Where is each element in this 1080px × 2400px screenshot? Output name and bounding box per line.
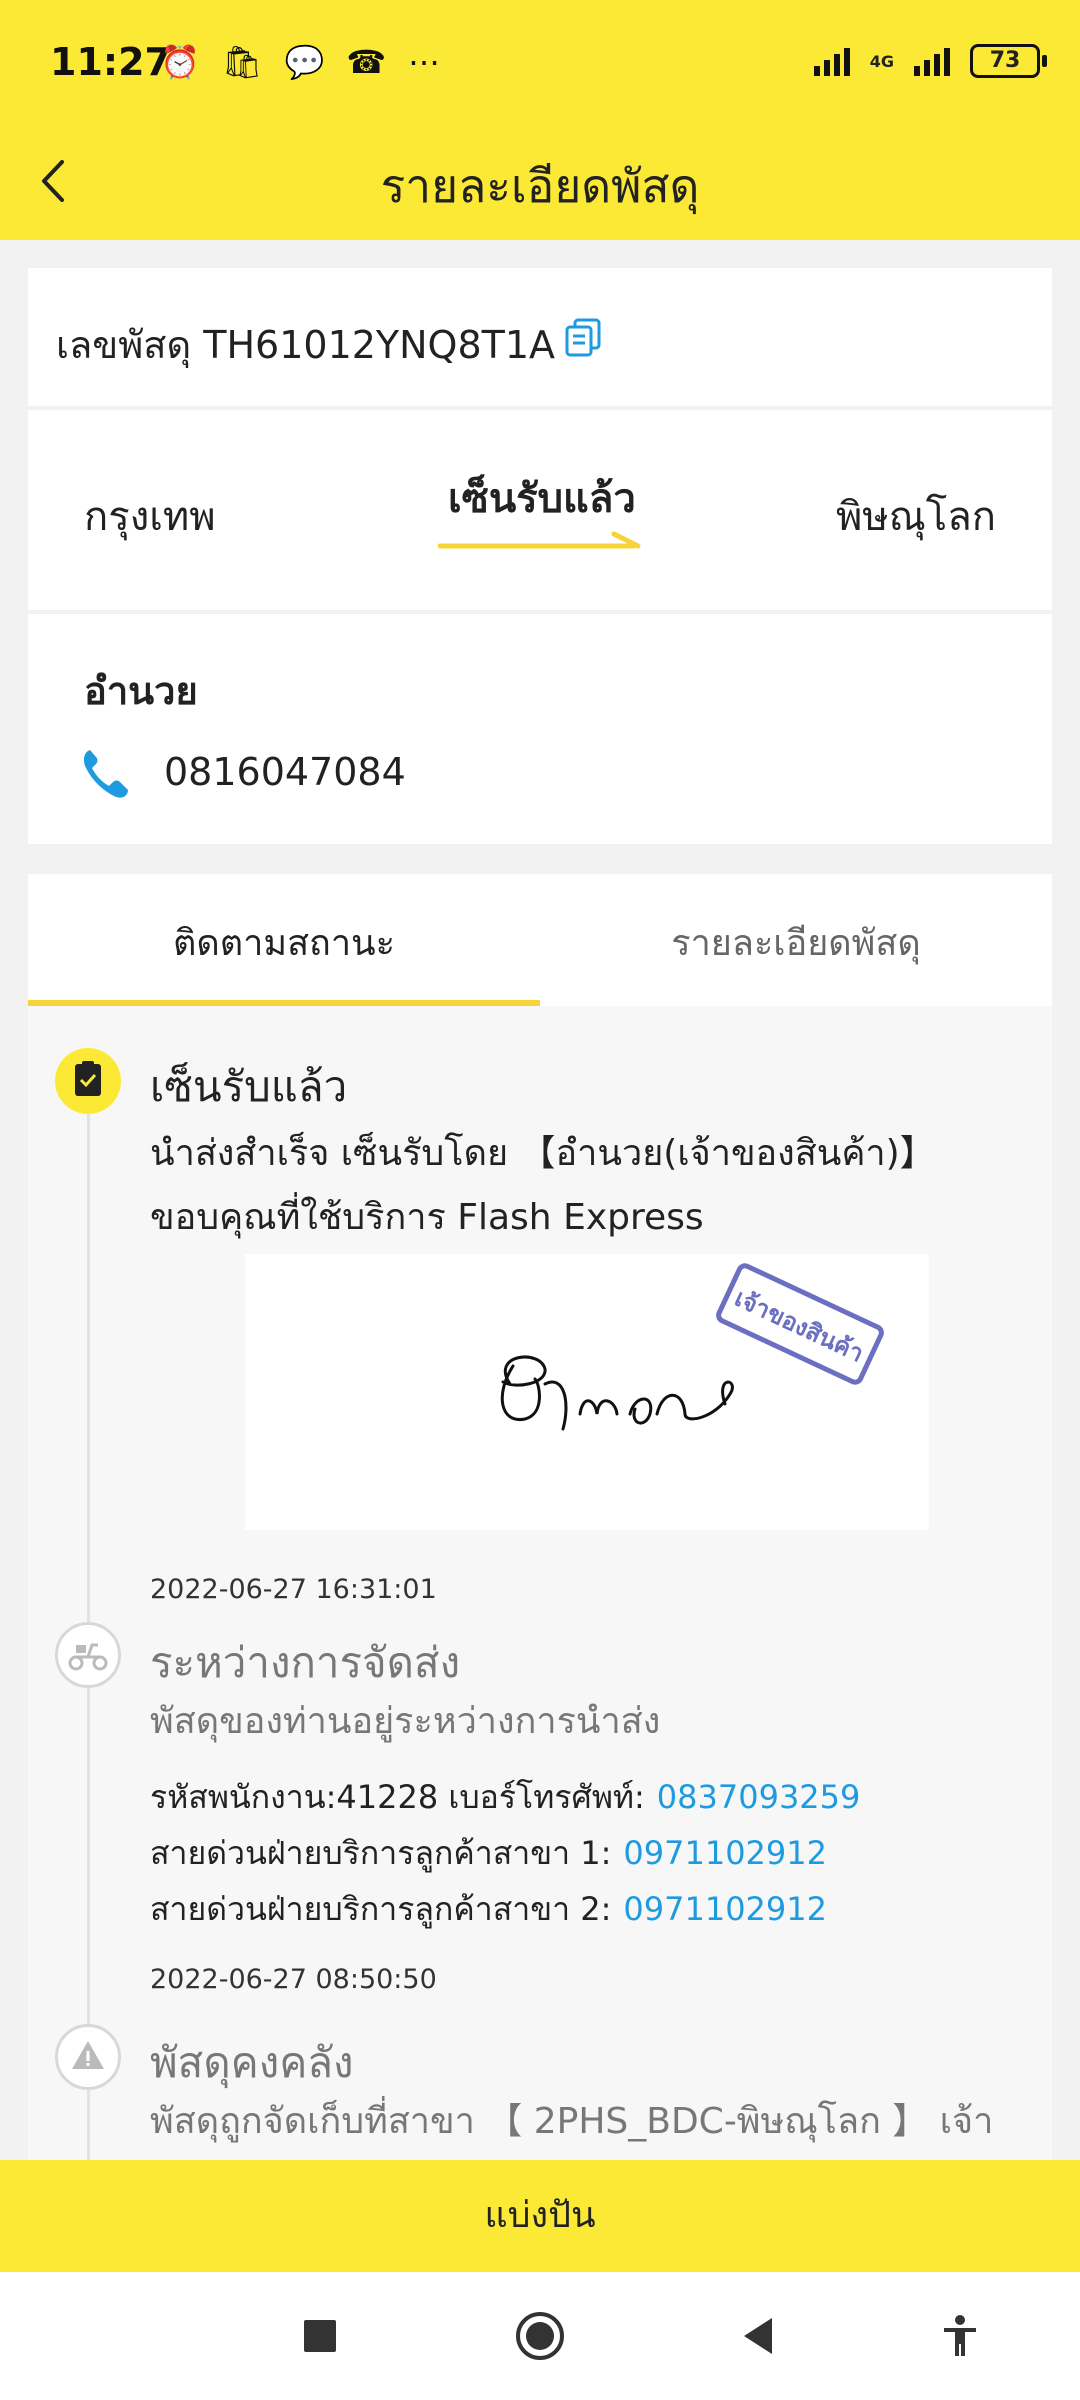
home-button[interactable] (512, 2312, 568, 2360)
signal-icon-2 (914, 46, 950, 76)
share-button[interactable]: แบ่งปัน (0, 2160, 1080, 2272)
stored-desc: พัสดุถูกจัดเก็บที่สาขา 【 2PHS_BDC-พิษณุโ… (150, 2101, 994, 2142)
accessibility-icon (944, 2315, 976, 2356)
missed-call-icon: ☎ (346, 43, 387, 81)
signed-line-1: นำส่งสำเร็จ เซ็นรับโดย 【อำนวย(เจ้าของสิน… (150, 1133, 936, 1174)
staff-phone-link[interactable]: 0837093259 (657, 1778, 861, 1816)
hotline-1: สายด่วนฝ่ายบริการลูกค้าสาขา 1: 0971102912 (150, 1828, 827, 1879)
battery-icon: 73 (970, 44, 1047, 78)
network-type: 4G (869, 51, 894, 71)
delivering-desc: พัสดุของท่านอยู่ระหว่างการนำส่ง (150, 1701, 661, 1742)
tracking-timeline: เซ็นรับแล้ว นำส่งสำเร็จ เซ็นรับโดย 【อำนว… (28, 1006, 1052, 2160)
status-time: 11:27 (50, 40, 171, 84)
copy-button[interactable] (563, 316, 605, 362)
hotline-2-link[interactable]: 0971102912 (623, 1890, 827, 1928)
signed-title: เซ็นรับแล้ว (150, 1062, 348, 1111)
staff-label: รหัสพนักงาน:41228 เบอร์โทรศัพท์: (150, 1778, 645, 1816)
hotline-1-link[interactable]: 0971102912 (623, 1834, 827, 1872)
tab-parcel-details[interactable]: รายละเอียดพัสดุ (540, 914, 1052, 971)
origin-city: กรุงเทพ (84, 494, 216, 540)
tab-tracking-status[interactable]: ติดตามสถานะ (28, 914, 540, 971)
hotline-2-label: สายด่วนฝ่ายบริการลูกค้าสาขา 2: (150, 1890, 612, 1928)
staff-info: รหัสพนักงาน:41228 เบอร์โทรศัพท์: 08370932… (150, 1772, 860, 1823)
app-header: รายละเอียดพัสดุ (0, 128, 1080, 240)
delivery-status: เซ็นรับแล้ว (448, 476, 636, 522)
alarm-icon: ⏰ (160, 43, 200, 81)
more-icon: ⋯ (408, 43, 441, 81)
shopping-bag-icon: 🛍 (221, 43, 263, 81)
delivering-title: ระหว่างการจัดส่ง (150, 1638, 461, 1687)
delivering-time: 2022-06-27 08:50:50 (150, 1964, 437, 1995)
accessibility-button[interactable] (936, 2312, 984, 2360)
warning-icon (55, 2024, 121, 2090)
notification-icons: ⏰ 🛍 💬 ☎ ⋯ (160, 42, 440, 82)
tracking-number-card: เลขพัสดุ TH61012YNQ8T1A (28, 268, 1052, 406)
copy-icon (565, 318, 601, 357)
recipient-name: อำนวย (84, 669, 198, 713)
tracking-number: เลขพัสดุ TH61012YNQ8T1A (56, 323, 556, 367)
signal-icon (813, 46, 850, 76)
page-title: รายละเอียดพัสดุ (380, 159, 700, 213)
back-nav-button[interactable] (736, 2312, 784, 2360)
signed-time: 2022-06-27 16:31:01 (150, 1574, 437, 1605)
recipient-card: อำนวย 0816047084 (28, 614, 1052, 844)
recent-apps-button[interactable] (296, 2312, 344, 2360)
hotline-2: สายด่วนฝ่ายบริการลูกค้าสาขา 2: 0971102912 (150, 1884, 827, 1935)
destination-city: พิษณุโลก (835, 494, 996, 540)
status-bar: 11:27 ⏰ 🛍 💬 ☎ ⋯ 4G 73 (0, 0, 1080, 128)
system-icons: 4G 73 (813, 44, 1047, 78)
square-icon (304, 2320, 336, 2352)
signature-drawing: เจ้าของสินค้า (500, 1263, 884, 1431)
signature-image[interactable]: เจ้าของสินค้า (245, 1254, 929, 1530)
route-card: กรุงเทพ เซ็นรับแล้ว พิษณุโลก (28, 410, 1052, 610)
route-arrow-icon (437, 528, 648, 558)
circle-icon (516, 2312, 564, 2360)
stored-title: พัสดุคงคลัง (150, 2038, 354, 2087)
signed-status-icon (55, 1048, 121, 1114)
chat-icon: 💬 (284, 43, 325, 81)
tab-bar: ติดตามสถานะ รายละเอียดพัสดุ (28, 874, 1052, 1006)
owner-stamp: เจ้าของสินค้า (716, 1263, 884, 1385)
scooter-icon (55, 1622, 121, 1688)
recipient-phone[interactable]: 0816047084 (164, 750, 406, 794)
triangle-back-icon (744, 2318, 772, 2354)
hotline-1-label: สายด่วนฝ่ายบริการลูกค้าสาขา 1: (150, 1834, 612, 1872)
timeline-line (87, 1076, 90, 2160)
system-nav-bar (0, 2272, 1080, 2400)
phone-icon[interactable] (80, 746, 130, 804)
signed-line-2: ขอบคุณที่ใช้บริการ Flash Express (150, 1197, 704, 1238)
